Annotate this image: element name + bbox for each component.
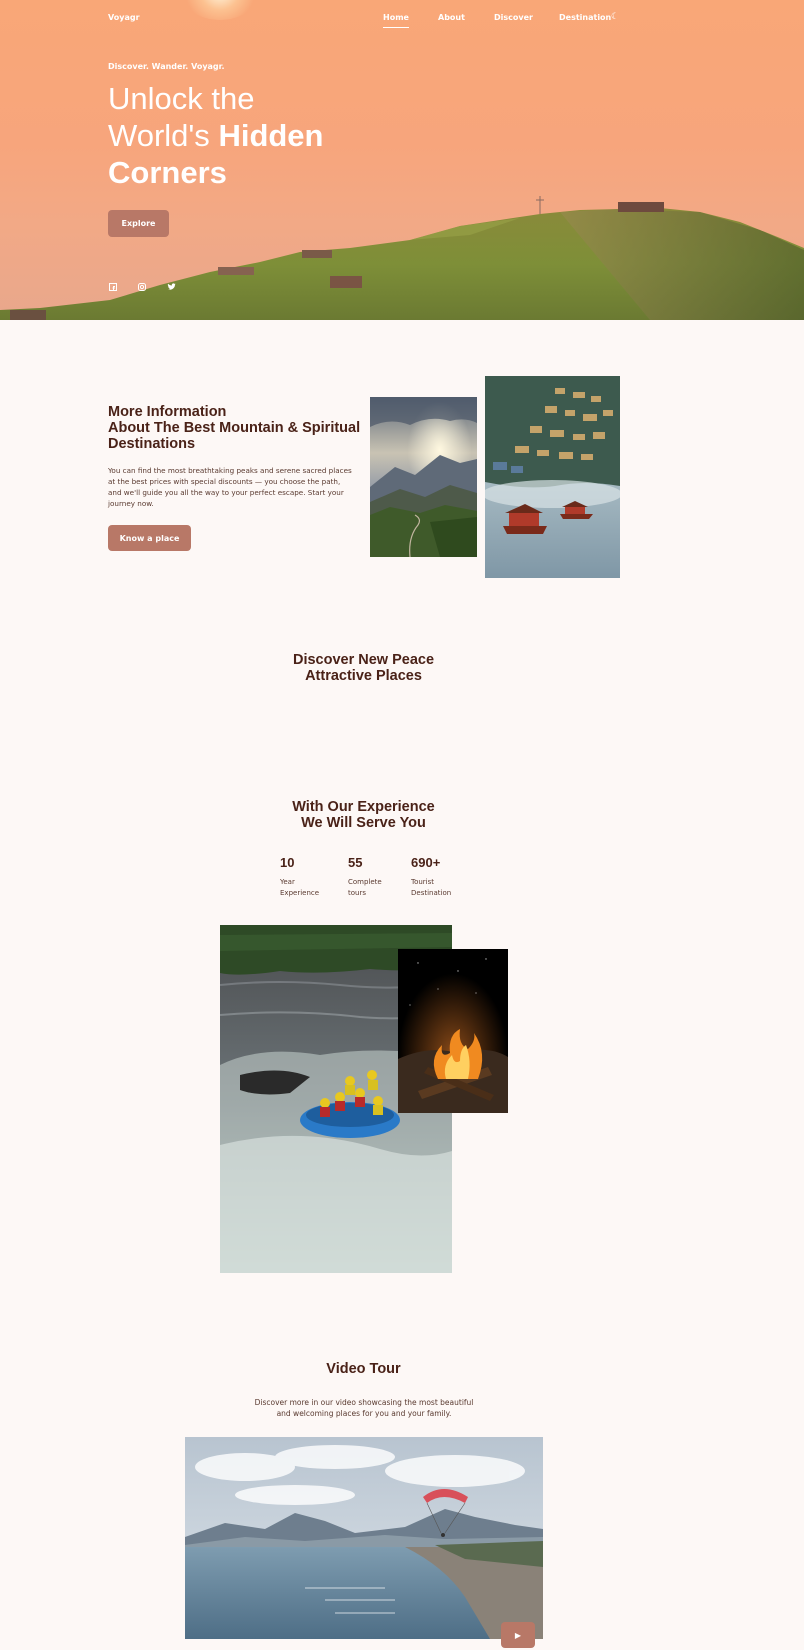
info-title-line3: Destinations [108,436,196,452]
facebook-icon[interactable] [108,282,118,292]
experience-title: With Our Experience We Will Serve You [0,799,727,831]
stat-value: 690+ [411,855,441,870]
moon-icon[interactable]: ☾ [611,12,619,22]
lake-village-photo [485,376,620,578]
hero-title-line1: Unlock the [108,81,255,116]
explore-button[interactable]: Explore [108,210,169,237]
stat-value: 10 [280,855,295,870]
instagram-icon[interactable] [137,282,147,292]
experience-title-line2: We Will Serve You [301,815,426,831]
hero-title-bold: Hidden [218,118,324,153]
stat-label-line1: Tourist [411,878,435,886]
hero-title-line2: World's [108,118,219,153]
hero-tagline: Discover. Wander. Voyagr. [108,62,225,71]
discover-title-line2: Attractive Places [305,668,422,684]
play-icon: ▶ [514,1630,522,1640]
know-a-place-button[interactable]: Know a place [108,525,191,551]
experience-title-line1: With Our Experience [292,799,435,815]
stat-label: Year Experience [280,877,340,899]
video-text-line1: Discover more in our video showcasing th… [254,1398,474,1407]
stat-label: Tourist Destination [411,877,471,899]
twitter-icon[interactable] [166,282,176,292]
campfire-photo [398,949,508,1113]
stat-label-line2: Experience [280,889,320,897]
mountain-sunset-photo [370,397,477,557]
hero-title-line3: Corners [108,155,227,190]
video-tour-description: Discover more in our video showcasing th… [248,1397,480,1419]
hero-title: Unlock the World's Hidden Corners [108,80,408,191]
stat-label-line2: Destination [411,889,452,897]
nav-about[interactable]: About [438,13,465,22]
stat-label-line2: tours [348,889,366,897]
video-thumbnail[interactable] [185,1437,543,1639]
info-title-line2: About The Best Mountain & Spiritual [108,420,361,436]
info-description: You can find the most breathtaking peaks… [108,466,352,508]
video-tour-title: Video Tour [326,1361,401,1377]
nav-home[interactable]: Home [383,13,409,28]
info-title: More Information About The Best Mountain… [108,404,368,452]
stat-label-line1: Complete [348,878,382,886]
discover-title: Discover New Peace Attractive Places [0,652,727,684]
discover-title-line1: Discover New Peace [292,652,435,668]
stat-label-line1: Year [280,878,295,886]
hero-section: Voyagr Home About Discover Destination ☾… [0,0,804,320]
brand-logo[interactable]: Voyagr [108,13,140,22]
nav-discover[interactable]: Discover [494,13,533,22]
stat-label: Complete tours [348,877,408,899]
stat-value: 55 [348,855,363,870]
info-title-line1: More Information [108,404,227,420]
nav-destination[interactable]: Destination [559,13,611,22]
play-button[interactable]: ▶ [501,1622,535,1648]
video-text-line2: and welcoming places for you and your fa… [276,1409,452,1418]
